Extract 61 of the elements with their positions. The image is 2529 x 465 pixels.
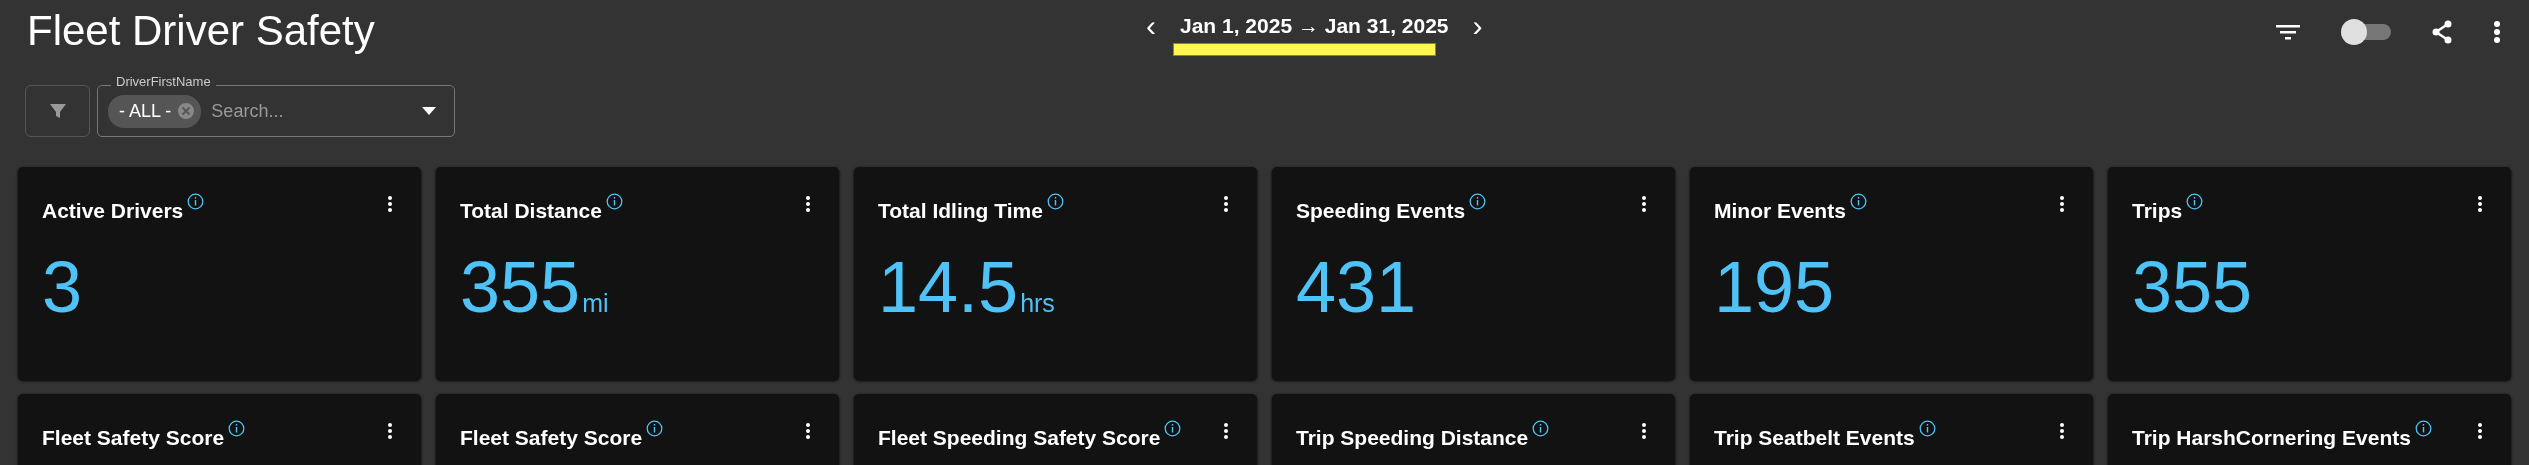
info-icon[interactable] xyxy=(187,193,205,210)
card-title: Trips xyxy=(2132,199,2183,222)
search-field[interactable]: Search... xyxy=(211,97,412,125)
next-button[interactable]: › xyxy=(1466,10,1489,41)
share-icon xyxy=(2431,20,2453,44)
info-icon[interactable] xyxy=(1532,420,1550,437)
more-icon xyxy=(805,195,811,213)
metric-value: 3 xyxy=(42,251,83,324)
card-title: Minor Events xyxy=(1714,199,1846,222)
more-icon xyxy=(387,422,393,440)
more-icon xyxy=(2477,422,2483,440)
card-title: Fleet Safety Score xyxy=(460,426,643,449)
metric-unit: hrs xyxy=(1020,291,1055,317)
metric-unit: mi xyxy=(582,291,609,317)
metric-value: 14.5 xyxy=(878,251,1019,324)
card-title: Fleet Speeding Safety Score xyxy=(878,426,1161,449)
more-icon xyxy=(2059,422,2065,440)
more-icon xyxy=(2477,195,2483,213)
metric-value: 195 xyxy=(1714,251,1835,324)
card-title: Total Distance xyxy=(460,199,602,222)
filter-button[interactable] xyxy=(2275,22,2301,42)
filter-icon xyxy=(2275,22,2301,42)
info-icon[interactable] xyxy=(2186,193,2204,210)
info-icon[interactable] xyxy=(606,193,623,210)
more-icon xyxy=(2059,195,2065,213)
more-icon xyxy=(1641,422,1647,440)
more-icon xyxy=(1641,195,1647,213)
card-title: Speeding Events xyxy=(1296,199,1466,222)
more-icon xyxy=(1223,195,1229,213)
card-title: Trip HarshCornering Events xyxy=(2132,426,2411,449)
info-icon[interactable] xyxy=(1849,193,1867,210)
info-icon[interactable] xyxy=(646,420,664,437)
card-title: Trip Seatbelt Events xyxy=(1714,426,1915,449)
more-icon xyxy=(2493,20,2501,44)
metric-value: 355 xyxy=(2132,251,2253,324)
date-range: Jan 1, 2025 → Jan 31, 2025 xyxy=(1180,13,1449,39)
info-icon[interactable] xyxy=(1469,193,1487,210)
info-icon[interactable] xyxy=(2414,420,2432,437)
more-icon xyxy=(1223,422,1229,440)
dashboard-title: Fleet Driver Safety xyxy=(27,6,375,56)
more-button[interactable] xyxy=(2493,20,2501,44)
filter-chip[interactable]: - ALL - xyxy=(108,94,202,128)
info-icon[interactable] xyxy=(1046,193,1064,210)
metric-value: 355 xyxy=(460,251,581,324)
info-icon[interactable] xyxy=(1918,420,1936,437)
toggle-switch[interactable] xyxy=(2341,18,2391,46)
caret-icon xyxy=(422,107,436,115)
chip-label: - ALL - xyxy=(119,99,172,123)
card-title: Active Drivers xyxy=(42,199,184,222)
previous-button[interactable]: ‹ xyxy=(1140,10,1162,41)
funnel-icon xyxy=(47,101,68,121)
more-icon xyxy=(387,195,393,213)
info-icon[interactable] xyxy=(228,420,246,437)
card-title: Fleet Safety Score xyxy=(42,426,225,449)
metric-value: 431 xyxy=(1296,251,1417,324)
card-title: Total Idling Time xyxy=(878,199,1043,222)
card-title: Trip Speeding Distance xyxy=(1296,426,1529,449)
info-icon[interactable] xyxy=(1164,420,1182,437)
driver-select[interactable]: - ALL - Search... xyxy=(97,85,455,137)
share-button[interactable] xyxy=(2431,20,2453,44)
more-icon xyxy=(805,422,811,440)
